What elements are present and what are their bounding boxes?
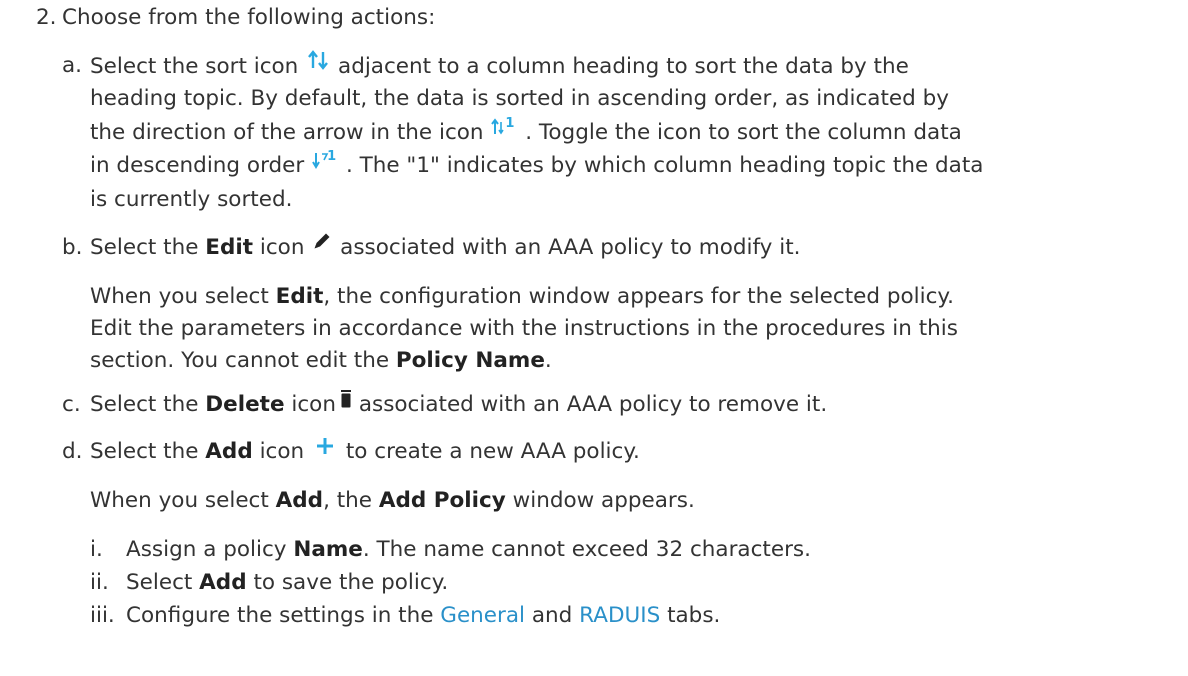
- item-a-marker: a.: [62, 53, 83, 78]
- item-a-line4: in descending order 1 . The "1" indicate…: [90, 148, 984, 182]
- add-plus-icon: [315, 434, 335, 466]
- item-b-p2-line2: Edit the parameters in accordance with t…: [90, 316, 958, 341]
- sub-i-marker: i.: [90, 537, 103, 562]
- sub-ii-text: Select: [126, 570, 193, 595]
- item-d-p2-line: When you select Add, the Add Policy wind…: [90, 485, 695, 517]
- item-b-text: Select the: [90, 235, 199, 260]
- sub-i-text: . The name cannot exceed 32 characters.: [362, 537, 811, 562]
- item-d-text: , the: [323, 488, 373, 513]
- add-policy-label: Add Policy: [378, 488, 506, 513]
- sort-descending-badge: 1: [327, 149, 337, 164]
- sort-ascending-badge: 1: [505, 116, 515, 131]
- item-a-line1: Select the sort icon adjacent to a colum…: [90, 50, 909, 84]
- item-c-text: Select the: [90, 392, 199, 417]
- item-d-text: icon: [259, 439, 305, 464]
- raduis-tab-link[interactable]: RADUIS: [579, 603, 660, 628]
- item-a-line2: heading topic. By default, the data is s…: [90, 86, 949, 111]
- item-d-text: window appears.: [512, 488, 695, 513]
- sort-icon: [305, 48, 331, 82]
- item-b-text: section. You cannot edit the: [90, 348, 390, 373]
- item-b-text: .: [544, 348, 552, 373]
- item-d-marker: d.: [62, 439, 83, 464]
- edit-label: Edit: [205, 235, 254, 260]
- sub-iii-line: Configure the settings in the General an…: [126, 600, 720, 632]
- item-b-text: associated with an AAA policy to modify …: [340, 235, 801, 260]
- item-d-text: When you select: [90, 488, 269, 513]
- item-c-line: Select the Delete icon associated with a…: [90, 389, 827, 421]
- sub-ii-marker: ii.: [90, 570, 109, 595]
- item-a-text: in descending order: [90, 153, 305, 178]
- document-page: 2. Choose from the following actions: a.…: [0, 0, 1188, 676]
- item-c-text: associated with an AAA policy to remove …: [358, 392, 828, 417]
- item-d-text: Select the: [90, 439, 199, 464]
- item-b-line1: Select the Edit icon associated with an …: [90, 232, 800, 264]
- item-a-text: . The "1" indicates by which column head…: [345, 153, 984, 178]
- sub-ii-text: to save the policy.: [253, 570, 449, 595]
- add-label: Add: [275, 488, 324, 513]
- item-b-marker: b.: [62, 235, 83, 260]
- item-a-text: Select the sort icon: [90, 54, 299, 79]
- edit-pencil-icon: [311, 230, 333, 262]
- policy-name-label: Policy Name: [395, 348, 545, 373]
- edit-label: Edit: [275, 284, 324, 309]
- step-text: Choose from the following actions:: [62, 5, 436, 30]
- general-tab-link[interactable]: General: [440, 603, 525, 628]
- delete-trash-icon: [340, 387, 352, 419]
- item-b-text: icon: [259, 235, 305, 260]
- item-b-p2-line3: section. You cannot edit the Policy Name…: [90, 345, 552, 377]
- item-c-marker: c.: [62, 392, 81, 417]
- item-a-text: the direction of the arrow in the icon: [90, 120, 484, 145]
- item-a-line5: is currently sorted.: [90, 187, 293, 212]
- delete-label: Delete: [205, 392, 285, 417]
- sub-ii-line: Select Add to save the policy.: [126, 567, 448, 599]
- item-d-line1: Select the Add icon to create a new AAA …: [90, 436, 640, 468]
- sort-ascending-icon: 1: [490, 115, 518, 147]
- item-a-text: adjacent to a column heading to sort the…: [338, 54, 909, 79]
- sub-i-line: Assign a policy Name. The name cannot ex…: [126, 534, 811, 566]
- add-label: Add: [205, 439, 253, 464]
- item-c-text: icon: [291, 392, 336, 417]
- item-b-text: When you select: [90, 284, 269, 309]
- item-b-p2-line1: When you select Edit, the configuration …: [90, 281, 954, 313]
- sub-iii-text: Configure the settings in the: [126, 603, 434, 628]
- sub-iii-text: tabs.: [667, 603, 721, 628]
- add-label: Add: [199, 570, 247, 595]
- name-label: Name: [293, 537, 363, 562]
- sub-iii-marker: iii.: [90, 603, 115, 628]
- step-number: 2.: [36, 5, 57, 30]
- sort-descending-icon: 1: [311, 148, 339, 180]
- sub-iii-text: and: [531, 603, 573, 628]
- item-b-text: , the configuration window appears for t…: [323, 284, 954, 309]
- item-a-text: . Toggle the icon to sort the column dat…: [525, 120, 962, 145]
- item-a-line3: the direction of the arrow in the icon 1…: [90, 115, 962, 149]
- sub-i-text: Assign a policy: [126, 537, 287, 562]
- item-d-text: to create a new AAA policy.: [345, 439, 640, 464]
